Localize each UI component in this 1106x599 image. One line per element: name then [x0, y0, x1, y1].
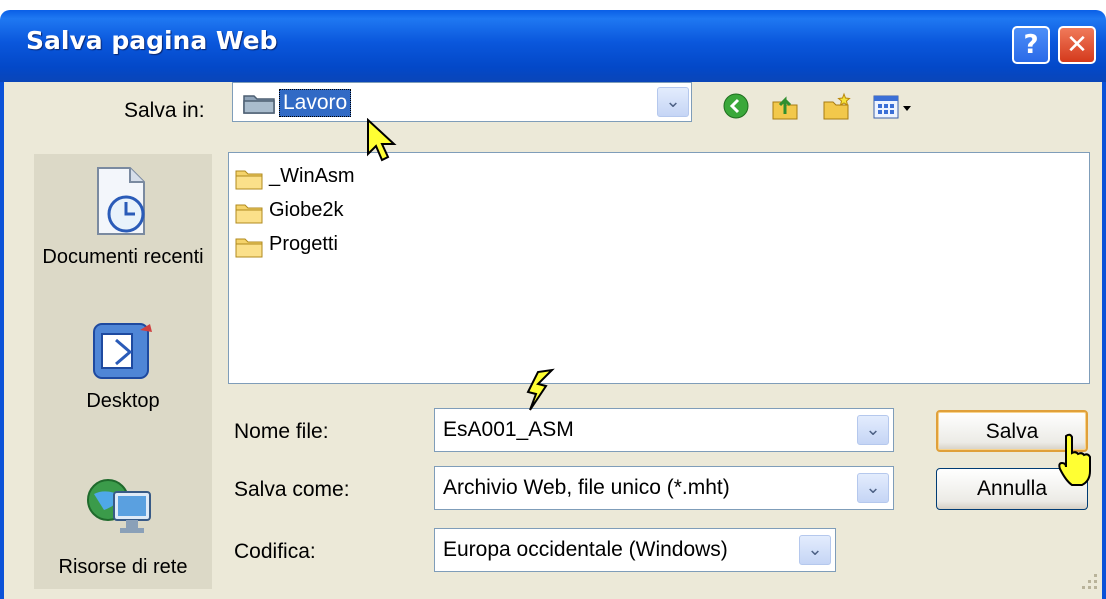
place-recent-label: Documenti recenti	[42, 246, 204, 268]
help-button[interactable]: ?	[1012, 26, 1050, 64]
list-item-label: Giobe2k	[269, 199, 344, 221]
list-item-label: _WinAsm	[269, 165, 355, 187]
chevron-down-icon[interactable]: ⌄	[799, 535, 831, 565]
save-in-label: Salva in:	[124, 99, 205, 122]
encoding-select[interactable]: Europa occidentale (Windows) ⌄	[434, 528, 836, 572]
places-bar: Documenti recenti Desktop Risorse di ret…	[34, 154, 212, 589]
network-icon	[87, 479, 151, 533]
resize-grip-icon[interactable]	[1076, 568, 1100, 592]
place-desktop[interactable]: Desktop	[34, 314, 212, 434]
chevron-down-icon[interactable]: ⌄	[857, 473, 889, 503]
back-icon[interactable]	[722, 92, 750, 120]
title-bar[interactable]: Salva pagina Web ? ✕	[0, 10, 1106, 82]
save-in-combo[interactable]: Lavoro ⌄	[232, 82, 692, 122]
folder-icon	[243, 95, 275, 114]
save-as-select[interactable]: Archivio Web, file unico (*.mht) ⌄	[434, 466, 894, 510]
place-network[interactable]: Risorse di rete	[34, 464, 212, 586]
place-recent[interactable]: Documenti recenti	[34, 162, 212, 312]
recent-documents-icon	[97, 167, 145, 235]
folder-icon	[235, 238, 263, 258]
dialog-title: Salva pagina Web	[26, 26, 278, 55]
view-menu-icon[interactable]	[872, 92, 916, 122]
close-button[interactable]: ✕	[1058, 26, 1096, 64]
chevron-down-icon[interactable]: ⌄	[657, 87, 689, 117]
new-folder-icon[interactable]	[822, 92, 852, 122]
hand-cursor-icon	[1058, 433, 1091, 486]
encoding-label: Codifica:	[234, 540, 316, 563]
file-list[interactable]: _WinAsm Giobe2k Progetti	[228, 152, 1090, 384]
encoding-value: Europa occidentale (Windows)	[443, 538, 728, 561]
up-folder-icon[interactable]	[770, 92, 800, 122]
place-desktop-label: Desktop	[86, 390, 160, 412]
list-item-label: Progetti	[269, 233, 338, 255]
pointer-cursor-icon	[367, 118, 397, 162]
save-as-value: Archivio Web, file unico (*.mht)	[443, 476, 730, 499]
save-as-label: Salva come:	[234, 478, 350, 501]
desktop-icon	[93, 323, 152, 379]
save-in-value: Lavoro	[279, 89, 352, 117]
chevron-down-icon[interactable]: ⌄	[857, 415, 889, 445]
place-network-label: Risorse di rete	[58, 556, 188, 578]
folder-icon	[235, 204, 263, 224]
filename-field[interactable]: EsA001_ASM ⌄	[434, 408, 894, 452]
lightning-cursor-icon	[526, 368, 555, 411]
filename-value: EsA001_ASM	[443, 418, 574, 441]
folder-icon	[235, 170, 263, 190]
filename-label: Nome file:	[234, 420, 329, 443]
